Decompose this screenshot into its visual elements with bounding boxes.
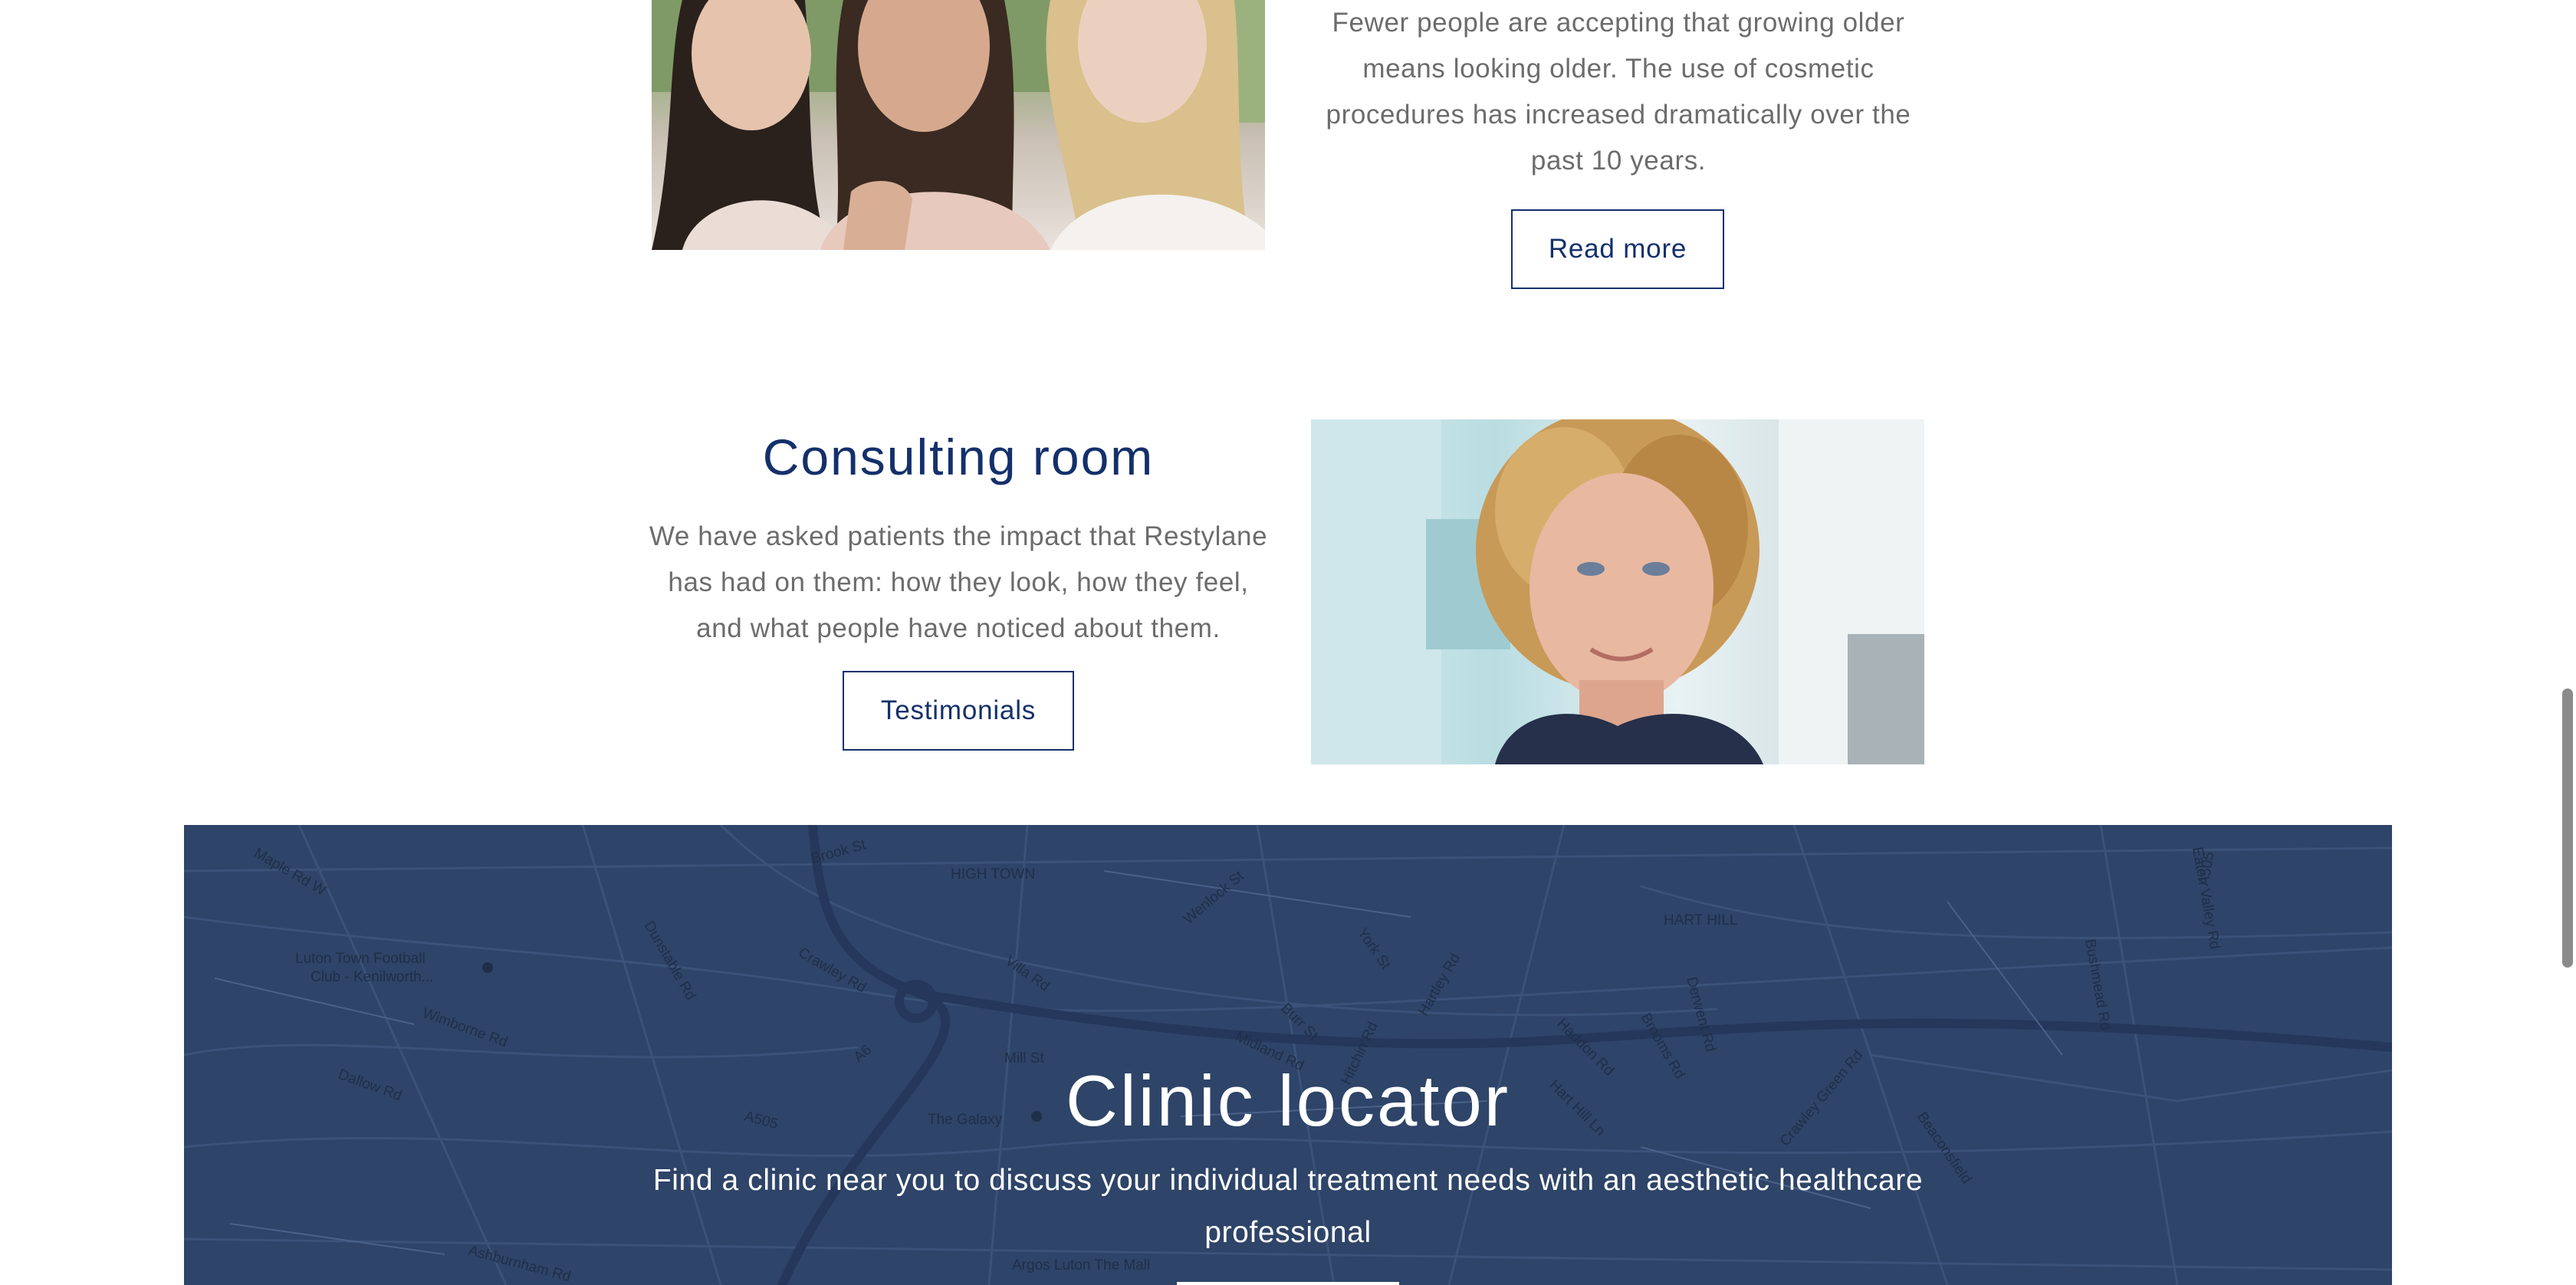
testimonials-button[interactable]: Testimonials bbox=[843, 671, 1074, 751]
map-label-derwent-rd: Derwent Rd bbox=[1683, 975, 1718, 1053]
map-label-kenilworth: Club - Kenilworth... bbox=[310, 969, 434, 985]
read-more-button[interactable]: Read more bbox=[1511, 209, 1724, 289]
smiling-woman-photo bbox=[1311, 419, 1924, 764]
map-label-wenlock-st: Wenlock St bbox=[1181, 868, 1247, 928]
map-label-argos: Argos Luton The Mall bbox=[1012, 1257, 1150, 1273]
clinic-locator-content: Clinic locator Find a clinic near you to… bbox=[184, 1055, 2392, 1259]
page: Fewer people are accepting that growing … bbox=[0, 0, 2576, 1285]
scrollbar-thumb[interactable] bbox=[2562, 689, 2573, 968]
clinic-locator-description: Find a clinic near you to discuss your i… bbox=[652, 1164, 1924, 1249]
consulting-room-heading: Consulting room bbox=[762, 429, 1155, 485]
three-women-photo bbox=[652, 0, 1265, 250]
map-label-villa-rd: Villa Rd bbox=[1002, 953, 1052, 995]
clinic-locator-title: Clinic locator bbox=[1065, 1060, 1511, 1141]
fewer-people-text-block: Fewer people are accepting that growing … bbox=[1316, 0, 1921, 184]
map-label-dunstable-rd: Dunstable Rd bbox=[641, 919, 699, 1003]
map-label-york-st: York St bbox=[1354, 925, 1394, 973]
three-women-illustration bbox=[652, 0, 1265, 250]
map-label-wimborne-rd: Wimborne Rd bbox=[420, 1005, 509, 1050]
map-label-hart-hill: HART HILL bbox=[1664, 912, 1737, 928]
map-label-maple-rd-w: Maple Rd W bbox=[251, 845, 329, 899]
map-label-luton-town-fc: Luton Town Football bbox=[295, 951, 426, 967]
consulting-room-paragraph: We have asked patients the impact that R… bbox=[649, 521, 1268, 643]
fewer-people-paragraph: Fewer people are accepting that growing … bbox=[1326, 8, 1911, 176]
find-clinic-button[interactable] bbox=[1177, 1282, 1399, 1285]
map-label-high-town: HIGH TOWN bbox=[951, 866, 1035, 882]
consulting-room-text-block: Consulting room We have asked patients t… bbox=[644, 420, 1273, 652]
map-pin-icon bbox=[482, 962, 493, 973]
clinic-locator-section: HIGH TOWN HART HILL Luton Town Football … bbox=[184, 825, 2392, 1285]
scrollbar-track[interactable] bbox=[2559, 0, 2576, 1285]
smiling-woman-illustration bbox=[1311, 419, 1924, 764]
map-label-bushmead-rd: Bushmead Rd bbox=[2082, 938, 2114, 1031]
map-label-hartley-rd: Hartley Rd bbox=[1415, 951, 1464, 1018]
